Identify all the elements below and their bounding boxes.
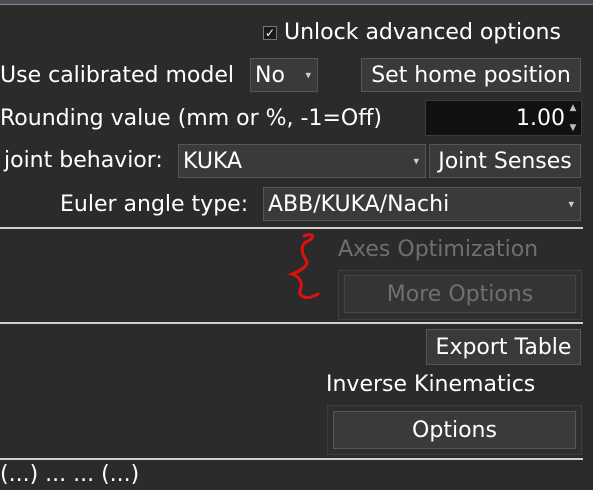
chevron-down-icon: ▾ <box>413 154 419 168</box>
spin-up-icon[interactable]: ▲ <box>570 103 577 113</box>
window-top-divider <box>0 4 593 5</box>
euler-angle-label: Euler angle type: <box>60 192 249 217</box>
euler-angle-select[interactable]: ABB/KUKA/Nachi ▾ <box>263 187 581 221</box>
spin-down-icon[interactable]: ▼ <box>570 123 577 133</box>
unlock-advanced-label[interactable]: Unlock advanced options <box>284 18 561 48</box>
joint-behavior-label: joint behavior: <box>4 148 163 173</box>
export-table-button[interactable]: Export Table <box>426 329 581 365</box>
joint-behavior-select[interactable]: KUKA ▾ <box>178 144 426 178</box>
inverse-kinematics-label: Inverse Kinematics <box>326 372 536 397</box>
euler-angle-value: ABB/KUKA/Nachi <box>268 191 450 217</box>
section-separator <box>0 322 583 324</box>
calibrated-model-label: Use calibrated model <box>0 63 235 88</box>
chevron-down-icon: ▾ <box>305 68 311 82</box>
ik-options-button[interactable]: Options <box>333 411 576 449</box>
rounding-label: Rounding value (mm or %, -1=Off) <box>0 106 382 131</box>
more-options-button[interactable]: More Options <box>344 275 576 313</box>
calibrated-model-value: No <box>255 62 285 88</box>
joint-behavior-value: KUKA <box>183 148 243 174</box>
rounding-spinbox[interactable]: 1.00 ▲ ▼ <box>425 100 582 136</box>
set-home-position-button[interactable]: Set home position <box>361 58 581 92</box>
cut-off-row-text: (...) ... ... (...) <box>0 462 140 487</box>
axes-optimization-label: Axes Optimization <box>338 237 539 262</box>
chevron-down-icon: ▾ <box>568 197 574 211</box>
unlock-advanced-checkbox[interactable]: ✓ <box>263 26 277 40</box>
calibrated-model-select[interactable]: No ▾ <box>250 58 318 92</box>
rounding-value: 1.00 <box>516 105 565 131</box>
red-annotation-mark <box>287 233 320 299</box>
joint-senses-button[interactable]: Joint Senses <box>429 144 581 178</box>
